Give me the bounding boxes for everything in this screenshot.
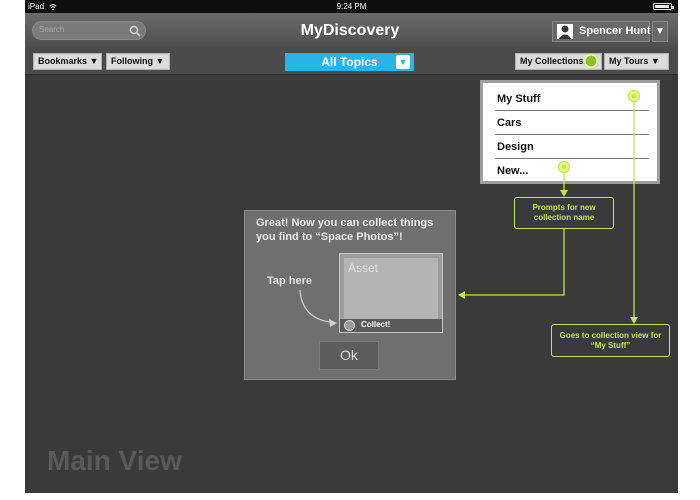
annotation-connectors xyxy=(299,54,641,327)
marker-my-collections xyxy=(584,54,598,68)
connector-to-popup xyxy=(465,229,565,296)
tap-arrow xyxy=(299,289,331,323)
main-view-label: Main View xyxy=(47,445,182,476)
